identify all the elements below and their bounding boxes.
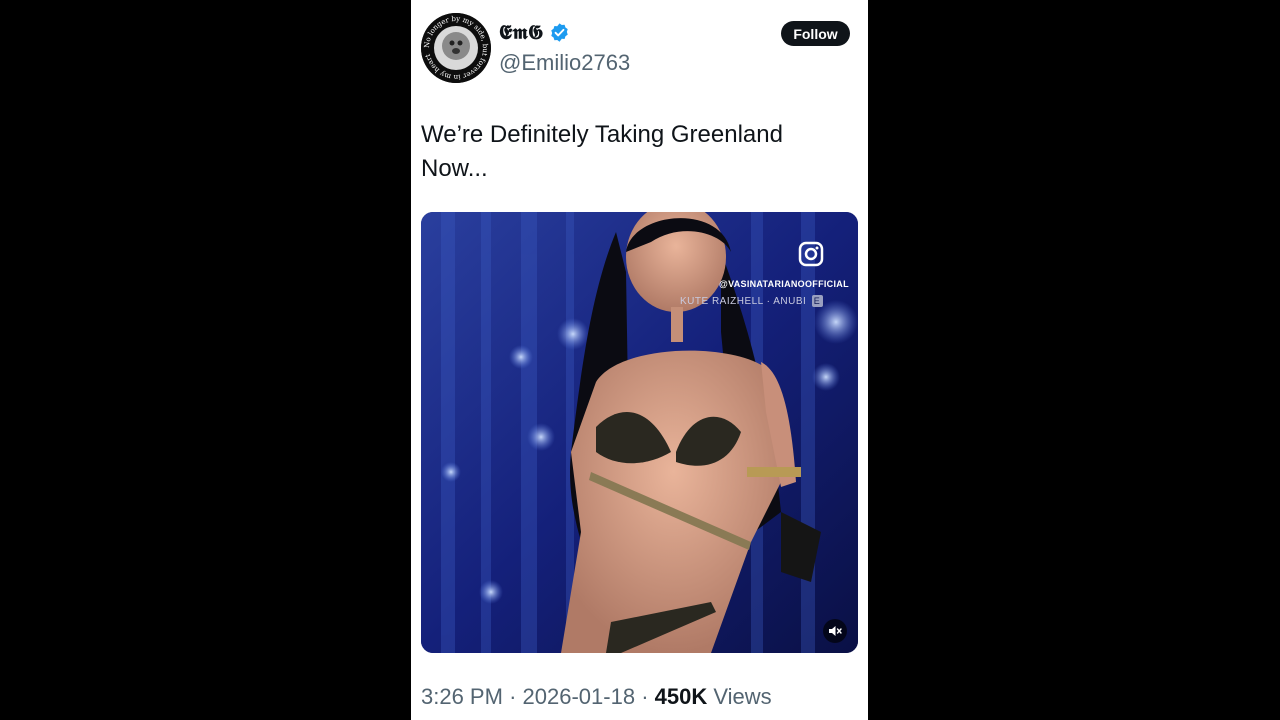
- tweet-time[interactable]: 3:26 PM: [421, 684, 503, 709]
- display-name[interactable]: 𝕰𝖒𝕲: [499, 20, 570, 44]
- user-handle[interactable]: @Emilio2763: [499, 50, 630, 76]
- meta-separator: ·: [641, 684, 649, 709]
- tweet-date[interactable]: 2026-01-18: [523, 684, 636, 709]
- tweet-video[interactable]: @VASINATARIANOOFFICIAL KUTE RAIZHELL · A…: [421, 212, 858, 653]
- mute-button[interactable]: [823, 619, 847, 643]
- tweet-text: We’re Definitely Taking Greenland Now...: [421, 118, 841, 186]
- tweet-text-line-1: We’re Definitely Taking Greenland: [421, 121, 783, 148]
- avatar[interactable]: No longer by my side, but forever in my …: [421, 13, 491, 83]
- tweet-card: No longer by my side, but forever in my …: [411, 0, 868, 720]
- instagram-icon[interactable]: [797, 240, 825, 268]
- follow-button[interactable]: Follow: [781, 21, 850, 46]
- display-name-text: 𝕰𝖒𝕲: [499, 20, 544, 44]
- watermark-credit: KUTE RAIZHELL · ANUBI E: [680, 295, 823, 307]
- avatar-image: No longer by my side, but forever in my …: [421, 13, 491, 83]
- verified-badge-icon: [551, 22, 568, 42]
- watermark-credit-text: KUTE RAIZHELL · ANUBI: [680, 296, 807, 307]
- mute-icon: [829, 626, 842, 636]
- views-count: 450K: [654, 684, 708, 709]
- views-label: Views: [713, 684, 772, 709]
- watermark-handle: @VASINATARIANOOFFICIAL: [719, 279, 849, 289]
- meta-separator: ·: [509, 684, 517, 709]
- watermark-badge: E: [811, 295, 823, 307]
- tweet-metadata: 3:26 PM · 2026-01-18 · 450K Views: [421, 684, 772, 710]
- tweet-text-line-2: Now...: [421, 155, 488, 182]
